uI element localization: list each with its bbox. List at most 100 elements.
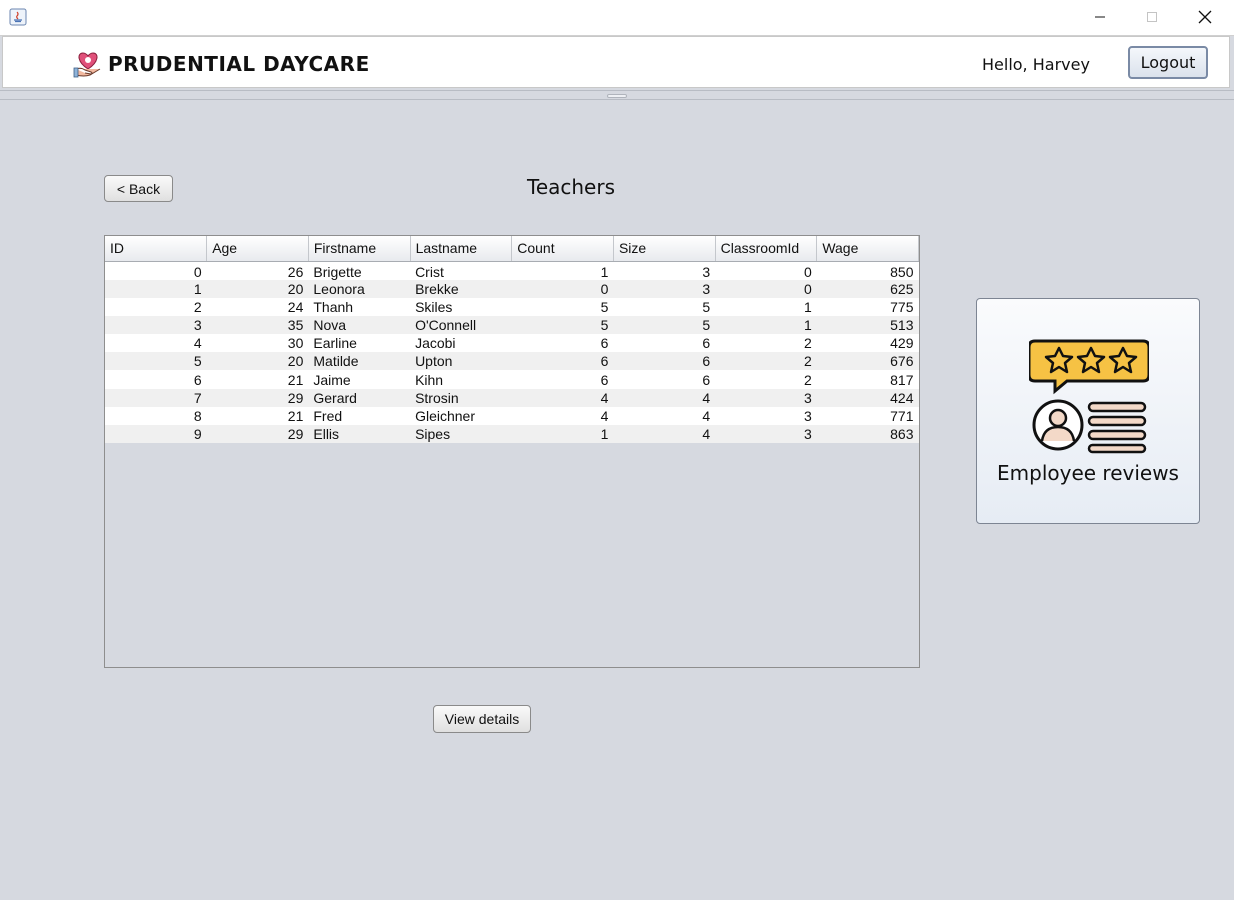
table-cell[interactable]: 1: [511, 425, 614, 444]
table-cell[interactable]: 2: [715, 352, 817, 371]
table-cell[interactable]: Kihn: [410, 370, 512, 389]
split-pane-divider[interactable]: [0, 90, 1234, 100]
table-cell[interactable]: Leonora: [308, 279, 411, 298]
minimize-button[interactable]: [1077, 0, 1123, 34]
teachers-table[interactable]: ID Age Firstname Lastname Count Size Cla…: [104, 235, 920, 668]
table-cell[interactable]: 7: [105, 388, 207, 407]
table-cell[interactable]: 9: [105, 425, 207, 444]
table-cell[interactable]: 3: [613, 279, 716, 298]
table-cell[interactable]: Jaime: [308, 370, 411, 389]
column-header-size[interactable]: Size: [613, 236, 716, 262]
table-cell[interactable]: 5: [511, 297, 614, 316]
table-cell[interactable]: 6: [613, 352, 716, 371]
table-cell[interactable]: Earline: [308, 334, 411, 353]
table-cell[interactable]: 2: [105, 297, 207, 316]
table-cell[interactable]: 850: [816, 261, 919, 280]
table-cell[interactable]: 4: [613, 388, 716, 407]
table-row[interactable]: 4 30 Earline Jacobi 6 6 2 429: [105, 334, 919, 353]
table-cell[interactable]: 775: [816, 297, 919, 316]
table-row[interactable]: 2 24 Thanh Skiles 5 5 1 775: [105, 297, 919, 316]
table-cell[interactable]: 6: [511, 334, 614, 353]
table-cell[interactable]: 24: [206, 297, 309, 316]
table-cell[interactable]: 3: [715, 406, 817, 425]
column-header-age[interactable]: Age: [206, 236, 309, 262]
table-cell[interactable]: 4: [613, 425, 716, 444]
table-cell[interactable]: 6: [105, 370, 207, 389]
table-cell[interactable]: 3: [715, 425, 817, 444]
divider-grip[interactable]: [607, 94, 627, 98]
table-cell[interactable]: 26: [206, 261, 309, 280]
table-cell[interactable]: 2: [715, 370, 817, 389]
table-cell[interactable]: 5: [613, 297, 716, 316]
logout-button[interactable]: Logout: [1128, 46, 1208, 79]
table-cell[interactable]: 6: [511, 352, 614, 371]
table-cell[interactable]: Skiles: [410, 297, 512, 316]
table-cell[interactable]: Sipes: [410, 425, 512, 444]
table-cell[interactable]: Brigette: [308, 261, 411, 280]
table-cell[interactable]: 20: [206, 279, 309, 298]
table-cell[interactable]: 21: [206, 370, 309, 389]
table-cell[interactable]: Nova: [308, 315, 411, 335]
table-cell[interactable]: 3: [105, 315, 207, 335]
table-cell[interactable]: Jacobi: [410, 334, 512, 353]
table-row[interactable]: 9 29 Ellis Sipes 1 4 3 863: [105, 425, 919, 444]
table-cell[interactable]: 6: [613, 370, 716, 389]
table-cell[interactable]: 5: [511, 315, 614, 335]
table-cell[interactable]: 2: [715, 334, 817, 353]
column-header-wage[interactable]: Wage: [816, 236, 919, 262]
table-cell[interactable]: 21: [206, 406, 309, 425]
table-cell[interactable]: 1: [511, 261, 614, 280]
back-button[interactable]: < Back: [104, 175, 173, 202]
column-header-lastname[interactable]: Lastname: [410, 236, 513, 262]
table-cell[interactable]: 29: [206, 388, 309, 407]
table-cell[interactable]: 817: [816, 370, 919, 389]
table-cell[interactable]: Gleichner: [410, 406, 512, 425]
table-row[interactable]: 3 35 Nova O'Connell 5 5 1 513: [105, 315, 919, 335]
table-cell[interactable]: Thanh: [308, 297, 411, 316]
table-cell[interactable]: 1: [715, 297, 817, 316]
table-cell[interactable]: 4: [511, 406, 614, 425]
table-cell[interactable]: 424: [816, 388, 919, 407]
table-cell[interactable]: 4: [105, 334, 207, 353]
table-cell[interactable]: 5: [105, 352, 207, 371]
table-cell[interactable]: 676: [816, 352, 919, 371]
table-cell[interactable]: 429: [816, 334, 919, 353]
table-cell[interactable]: 20: [206, 352, 309, 371]
column-header-count[interactable]: Count: [511, 236, 614, 262]
table-cell[interactable]: Strosin: [410, 388, 512, 407]
table-cell[interactable]: O'Connell: [410, 315, 512, 335]
view-details-button[interactable]: View details: [433, 705, 531, 733]
close-button[interactable]: [1182, 0, 1228, 34]
table-row[interactable]: 8 21 Fred Gleichner 4 4 3 771: [105, 406, 919, 425]
table-row[interactable]: 0 26 Brigette Crist 1 3 0 850: [105, 261, 919, 280]
table-row[interactable]: 6 21 Jaime Kihn 6 6 2 817: [105, 370, 919, 389]
table-cell[interactable]: 4: [613, 406, 716, 425]
table-row[interactable]: 1 20 Leonora Brekke 0 3 0 625: [105, 279, 919, 298]
table-cell[interactable]: Upton: [410, 352, 512, 371]
table-cell[interactable]: Fred: [308, 406, 411, 425]
table-cell[interactable]: 3: [715, 388, 817, 407]
table-cell[interactable]: 0: [715, 279, 817, 298]
table-cell[interactable]: 6: [613, 334, 716, 353]
table-cell[interactable]: 5: [613, 315, 716, 335]
column-header-classroomid[interactable]: ClassroomId: [715, 236, 818, 262]
table-cell[interactable]: 1: [715, 315, 817, 335]
employee-reviews-button[interactable]: Employee reviews: [976, 298, 1200, 524]
table-cell[interactable]: 29: [206, 425, 309, 444]
maximize-button[interactable]: [1129, 0, 1175, 34]
table-cell[interactable]: 30: [206, 334, 309, 353]
table-cell[interactable]: Matilde: [308, 352, 411, 371]
column-header-firstname[interactable]: Firstname: [308, 236, 411, 262]
table-cell[interactable]: 3: [613, 261, 716, 280]
table-cell[interactable]: Crist: [410, 261, 512, 280]
table-cell[interactable]: 513: [816, 315, 919, 335]
table-cell[interactable]: 0: [511, 279, 614, 298]
table-cell[interactable]: 6: [511, 370, 614, 389]
table-cell[interactable]: Brekke: [410, 279, 512, 298]
table-cell[interactable]: 771: [816, 406, 919, 425]
table-cell[interactable]: Gerard: [308, 388, 411, 407]
table-cell[interactable]: 4: [511, 388, 614, 407]
table-cell[interactable]: Ellis: [308, 425, 411, 444]
table-cell[interactable]: 8: [105, 406, 207, 425]
table-row[interactable]: 7 29 Gerard Strosin 4 4 3 424: [105, 388, 919, 407]
